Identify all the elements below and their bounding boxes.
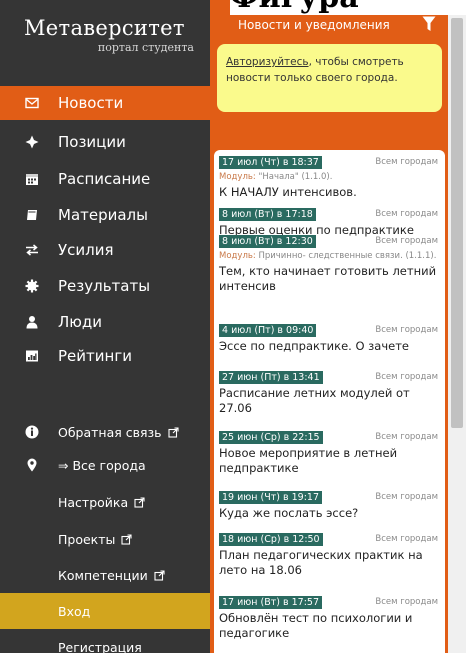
news-item[interactable]: 17 июн (Вт) в 17:57 Всем городам Обновлён… [219,596,441,641]
news-date: 27 июн (Пт) в 13:41 [219,371,323,384]
news-item[interactable]: 19 июн (Чт) в 19:17 Всем городам Куда же … [219,491,441,521]
news-scope: Всем городам [375,325,438,335]
news-date: 8 июл (Вт) в 12:30 [219,235,316,248]
nav-item-competencies[interactable]: Компетенции [0,557,210,593]
gear-icon [24,278,40,294]
news-scope: Всем городам [375,372,438,382]
news-scope: Всем городам [375,157,438,167]
news-title: План педагогических практик на лето на 1… [219,548,423,577]
scrollbar-thumb[interactable] [451,18,463,428]
nav-item-news[interactable]: Новости [0,86,210,120]
news-title: К НАЧАЛУ интенсивов. [219,185,357,199]
nav-item-efforts[interactable]: Усилия [0,233,210,267]
news-module: Модуль: "Начала" (1.1.0). [219,171,441,183]
nav-item-people[interactable]: Люди [0,305,210,339]
news-title: Эссе по педпрактике. О зачете [219,339,409,353]
news-item[interactable]: 17 июл (Чт) в 18:37 Всем городам Модуль: … [219,156,441,200]
user-icon [24,314,40,330]
news-date: 19 июн (Чт) в 19:17 [219,491,322,504]
news-scope: Всем городам [375,597,438,607]
news-title: Тем, кто начинает готовить летний интенс… [219,264,437,293]
nav-item-label: Настройка [58,494,129,510]
news-module: Модуль: Причинно- следственные связи. (1… [219,250,441,262]
nav-item-positions[interactable]: Позиции [0,125,210,159]
external-link-icon [154,569,165,581]
news-date: 17 июл (Чт) в 18:37 [219,156,322,169]
news-date: 8 июл (Вт) в 17:18 [219,208,316,221]
nav-item-settings[interactable]: Настройка [0,484,210,520]
nav-item-label: Обратная связь [58,424,162,440]
news-list: 17 июл (Чт) в 18:37 Всем городам Модуль: … [214,150,445,653]
nav-item-label: Усилия [58,241,114,259]
news-item[interactable]: 25 июн (Ср) в 22:15 Всем городам Новое ме… [219,431,441,476]
map-marker-icon [24,457,40,473]
news-module-label: Модуль: [219,251,256,261]
logo-title: Метаверситет [24,16,185,40]
nav-item-register[interactable]: Регистрация [0,629,210,653]
nav-item-all-cities[interactable]: ⇒ Все города [0,447,210,483]
news-scope: Всем городам [375,492,438,502]
nav-item-materials[interactable]: Материалы [0,198,210,232]
info-icon [24,424,40,440]
external-link-icon [121,533,132,545]
nav-item-ratings[interactable]: Рейтинги [0,339,210,373]
nav-item-label: ⇒ Все города [58,457,146,473]
news-item[interactable]: 8 июл (Вт) в 17:18 Всем городам Первые оц… [219,208,441,238]
news-item[interactable]: 27 июн (Пт) в 13:41 Всем городам Расписан… [219,371,441,416]
news-title: Новое мероприятие в летней педпрактике [219,446,398,475]
mail-icon [24,95,40,111]
nav-item-label: Люди [58,313,103,331]
news-title: Куда же послать эссе? [219,506,359,520]
news-title: Обновлён тест по психологии и педагогике [219,611,413,640]
book-icon [24,207,40,223]
nav-item-label: Позиции [58,133,126,151]
nav-item-label: Вход [58,603,91,619]
nav-item-label: Результаты [58,277,151,295]
nav-item-label: Регистрация [58,639,142,653]
news-scope: Всем городам [375,209,438,219]
auth-link[interactable]: Авторизуйтесь [226,56,309,68]
news-header-title: Новости и уведомления [238,18,390,32]
nav-item-label: Материалы [58,206,148,224]
news-module-value: "Начала" (1.1.0). [255,172,333,182]
news-date: 18 июн (Ср) в 12:50 [219,533,323,546]
sidebar: Метаверситет портал студента Новости Поз… [0,0,210,653]
cut-off-heading: Фигура [230,0,466,15]
nav-item-feedback[interactable]: Обратная связь [0,414,210,450]
external-link-icon [134,496,145,508]
bar-chart-icon [24,348,40,364]
logo-subtitle: портал студента [97,41,194,54]
nav-item-login[interactable]: Вход [0,593,210,629]
scrollbar[interactable] [448,0,466,653]
auth-notice: Авторизуйтесь, чтобы смотреть новости то… [217,44,442,112]
nav-item-label: Проекты [58,531,116,547]
nav-item-projects[interactable]: Проекты [0,521,210,557]
news-item[interactable]: 8 июл (Вт) в 12:30 Всем городам Модуль: П… [219,235,441,294]
nav-item-schedule[interactable]: Расписание [0,162,210,196]
news-date: 25 июн (Ср) в 22:15 [219,431,323,444]
nav-item-label: Компетенции [58,567,148,583]
news-scope: Всем городам [375,534,438,544]
filter-icon[interactable] [422,16,436,32]
news-item[interactable]: 4 июл (Пт) в 09:40 Всем городам Эссе по п… [219,324,441,354]
news-module-label: Модуль: [219,172,256,182]
exchange-icon [24,242,40,258]
calendar-icon [24,171,40,187]
news-scope: Всем городам [375,236,438,246]
nav-item-label: Рейтинги [58,347,132,365]
news-scope: Всем городам [375,432,438,442]
logo[interactable]: Метаверситет портал студента [24,16,204,54]
nav-item-results[interactable]: Результаты [0,269,210,303]
news-date: 4 июл (Пт) в 09:40 [219,324,317,337]
news-title: Расписание летних модулей от 27.06 [219,386,410,415]
news-module-value: Причинно- следственные связи. (1.1.1). [255,251,437,261]
news-date: 17 июн (Вт) в 17:57 [219,596,322,609]
nav-item-label: Новости [58,94,124,112]
news-item[interactable]: 18 июн (Ср) в 12:50 Всем городам План пед… [219,533,441,578]
external-link-icon [167,426,179,438]
compass-icon [24,134,40,150]
nav-item-label: Расписание [58,170,151,188]
